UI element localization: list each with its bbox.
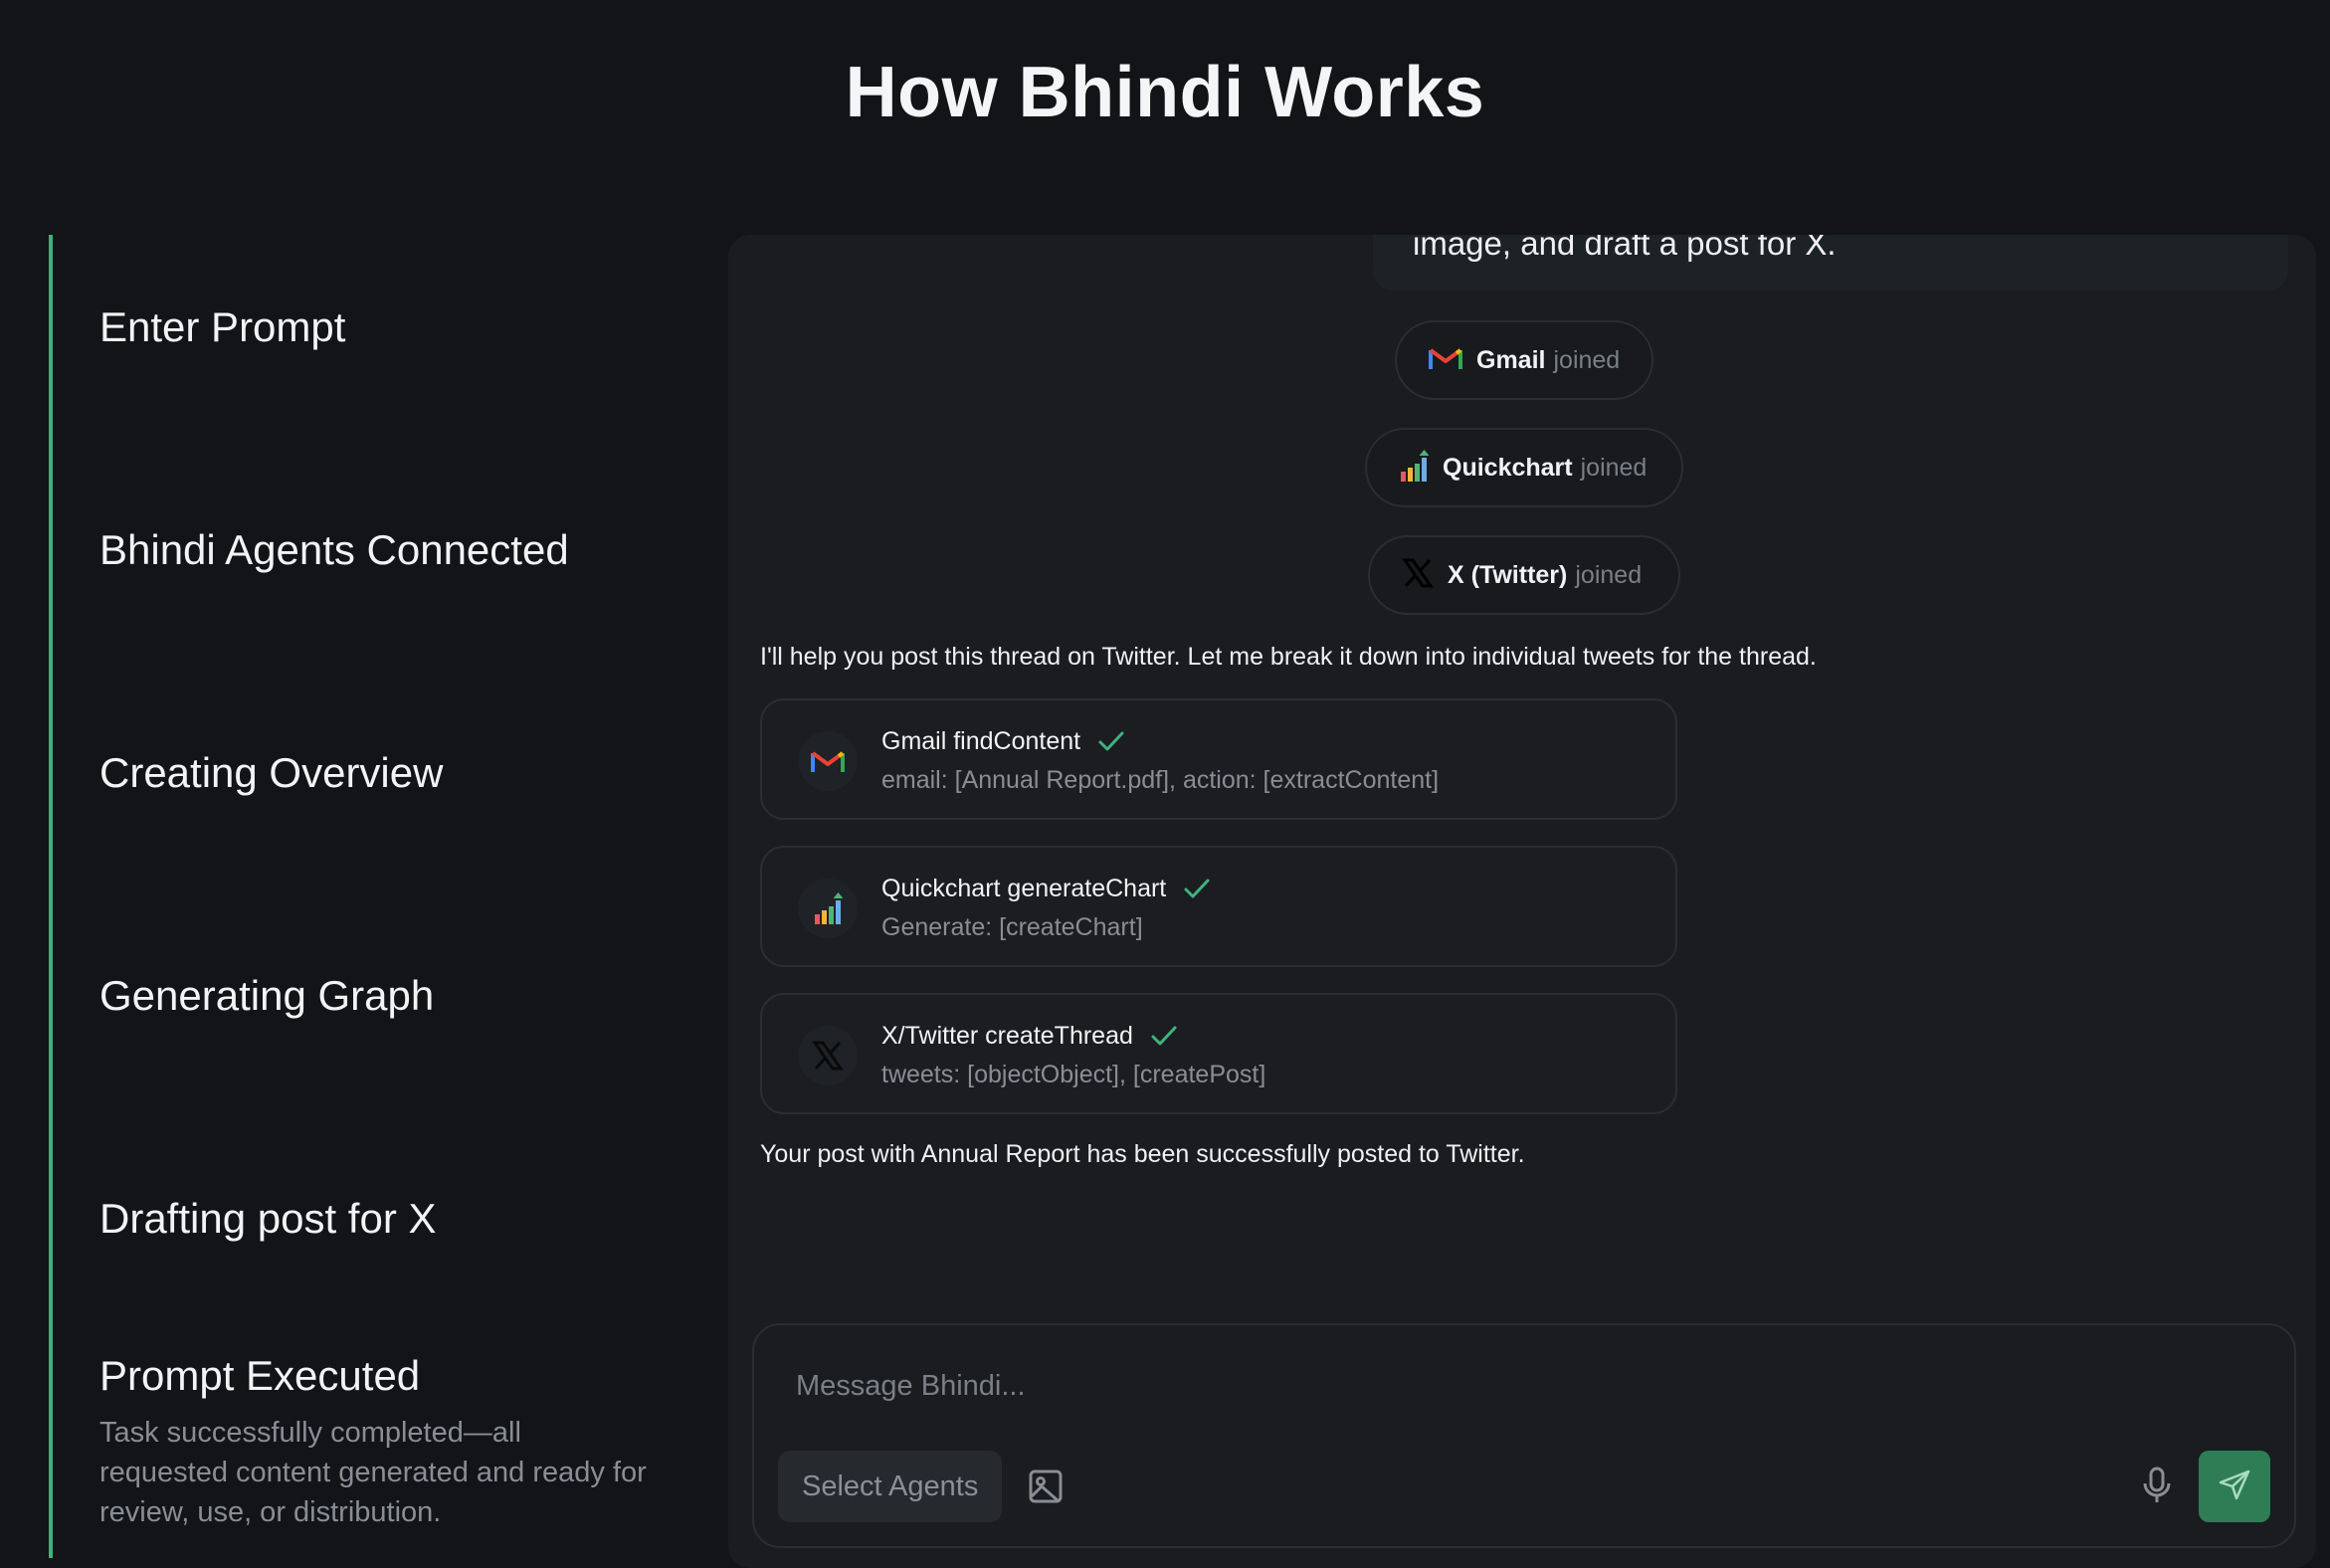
timeline-step-prompt-executed: Prompt Executed Task successfully comple… <box>99 1351 657 1532</box>
send-button[interactable] <box>2199 1451 2270 1522</box>
timeline-step-drafting-post: Drafting post for X <box>99 1194 657 1244</box>
assistant-intro-message: I'll help you post this thread on Twitte… <box>760 643 1817 671</box>
gmail-icon <box>1429 345 1462 376</box>
user-prompt-text: image, and draft a post for X. <box>1413 235 1837 262</box>
step-title: Drafting post for X <box>99 1195 437 1242</box>
step-description: Task successfully completed—all requeste… <box>99 1417 647 1529</box>
timeline-step-enter-prompt: Enter Prompt <box>99 302 657 352</box>
select-agents-button[interactable]: Select Agents <box>778 1451 1003 1522</box>
tool-call-name: Quickchart generateChart <box>881 874 1167 902</box>
step-title: Enter Prompt <box>99 303 346 350</box>
agent-joined-pill-gmail: Gmail joined <box>1395 320 1653 400</box>
agent-name: X (Twitter) <box>1448 560 1568 589</box>
tool-call-title: X/Twitter createThread <box>881 1021 1179 1051</box>
timeline-step-generating-graph: Generating Graph <box>99 971 657 1021</box>
message-input[interactable] <box>794 1369 1992 1404</box>
x-icon <box>798 1026 858 1085</box>
tool-call-name: Gmail findContent <box>881 726 1081 755</box>
tool-call-args: tweets: [objectObject], [createPost] <box>881 1061 1266 1088</box>
agent-name: Quickchart <box>1443 453 1573 482</box>
gmail-icon <box>798 731 858 791</box>
step-title: Creating Overview <box>99 749 444 796</box>
quickchart-icon <box>798 879 858 938</box>
image-icon <box>1028 1469 1064 1507</box>
check-icon <box>1149 1021 1179 1051</box>
tool-call-args: Generate: [createChart] <box>881 913 1143 941</box>
tool-call-card-gmail[interactable]: Gmail findContent email: [Annual Report.… <box>760 698 1677 820</box>
check-icon <box>1096 726 1126 756</box>
agent-name: Gmail <box>1476 345 1546 374</box>
joined-label: joined <box>1575 560 1643 589</box>
joined-label: joined <box>1580 453 1648 482</box>
timeline-step-agents-connected: Bhindi Agents Connected <box>99 525 657 575</box>
quickchart-icon <box>1399 449 1430 487</box>
x-icon <box>1402 557 1434 594</box>
agent-joined-pill-quickchart: Quickchart joined <box>1365 428 1683 507</box>
step-title: Prompt Executed <box>99 1352 421 1399</box>
joined-label: joined <box>1553 345 1621 374</box>
attach-image-button[interactable] <box>1027 1469 1065 1506</box>
page-title: How Bhindi Works <box>845 53 1485 132</box>
microphone-icon <box>2142 1467 2172 1507</box>
message-composer: Select Agents <box>752 1323 2296 1548</box>
check-icon <box>1182 874 1212 903</box>
tool-call-name: X/Twitter createThread <box>881 1021 1133 1050</box>
send-icon <box>2218 1469 2251 1505</box>
tool-call-args: email: [Annual Report.pdf], action: [ext… <box>881 766 1440 794</box>
microphone-button[interactable] <box>2137 1467 2177 1506</box>
step-title: Bhindi Agents Connected <box>99 526 569 573</box>
agent-joined-pill-x-twitter: X (Twitter) joined <box>1368 535 1680 615</box>
timeline-step-creating-overview: Creating Overview <box>99 748 657 798</box>
tool-call-title: Quickchart generateChart <box>881 874 1212 903</box>
tool-call-card-quickchart[interactable]: Quickchart generateChart Generate: [crea… <box>760 846 1677 967</box>
timeline-rail <box>49 235 53 1558</box>
step-title: Generating Graph <box>99 972 435 1019</box>
assistant-result-message: Your post with Annual Report has been su… <box>760 1140 1525 1168</box>
user-prompt-bubble: image, and draft a post for X. <box>1373 235 2288 291</box>
chat-panel: image, and draft a post for X. Gmail joi… <box>728 235 2316 1568</box>
tool-call-card-x-twitter[interactable]: X/Twitter createThread tweets: [objectOb… <box>760 993 1677 1114</box>
tool-call-title: Gmail findContent <box>881 726 1126 756</box>
